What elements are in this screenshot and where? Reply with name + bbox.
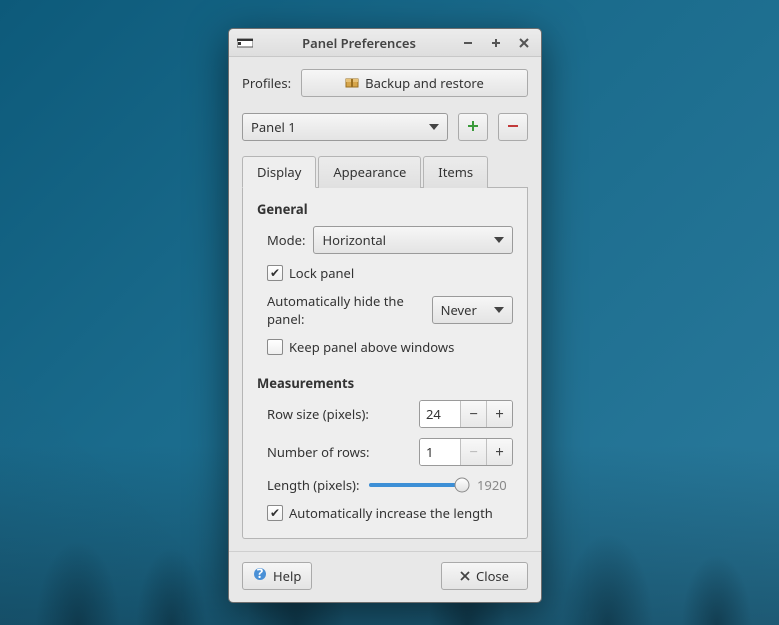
length-value: 1920 xyxy=(477,476,513,494)
panel-select[interactable]: Panel 1 xyxy=(242,113,448,141)
chevron-down-icon xyxy=(494,237,504,243)
autohide-select[interactable]: Never xyxy=(432,296,513,324)
numrows-input[interactable] xyxy=(420,439,460,465)
rowsize-label: Row size (pixels): xyxy=(267,405,369,423)
autohide-label: Automatically hide the panel: xyxy=(267,292,424,328)
chevron-down-icon xyxy=(429,124,439,130)
add-panel-button[interactable] xyxy=(458,113,488,141)
checkbox-icon xyxy=(267,339,283,355)
svg-text:?: ? xyxy=(257,567,263,581)
minus-icon xyxy=(507,118,519,136)
length-label: Length (pixels): xyxy=(267,476,359,494)
rowsize-input[interactable] xyxy=(420,401,460,427)
window-title: Panel Preferences xyxy=(261,34,457,52)
titlebar[interactable]: Panel Preferences xyxy=(229,29,541,57)
mode-label: Mode: xyxy=(267,231,305,249)
auto-length-label: Automatically increase the length xyxy=(289,504,493,522)
autohide-value: Never xyxy=(441,301,477,319)
close-icon xyxy=(460,567,470,585)
help-label: Help xyxy=(273,567,301,585)
close-button[interactable]: Close xyxy=(441,562,528,590)
chevron-down-icon xyxy=(494,307,504,313)
window-minimize-button[interactable] xyxy=(457,32,479,54)
backup-restore-button[interactable]: Backup and restore xyxy=(301,69,528,97)
auto-length-check[interactable]: Automatically increase the length xyxy=(267,504,513,522)
section-measurements-title: Measurements xyxy=(257,374,513,392)
window-maximize-button[interactable] xyxy=(485,32,507,54)
remove-panel-button[interactable] xyxy=(498,113,528,141)
mode-select[interactable]: Horizontal xyxy=(313,226,513,254)
help-icon: ? xyxy=(253,567,267,585)
numrows-increment[interactable]: + xyxy=(486,439,512,465)
window-close-button[interactable] xyxy=(513,32,535,54)
keep-above-label: Keep panel above windows xyxy=(289,338,454,356)
panel-select-value: Panel 1 xyxy=(251,118,296,136)
rowsize-decrement[interactable]: − xyxy=(460,401,486,427)
numrows-label: Number of rows: xyxy=(267,443,370,461)
tab-appearance[interactable]: Appearance xyxy=(318,156,421,188)
plus-icon xyxy=(467,118,479,136)
length-slider[interactable] xyxy=(369,476,467,494)
tab-display[interactable]: Display xyxy=(242,156,316,188)
numrows-spin: − + xyxy=(419,438,513,466)
checkbox-icon xyxy=(267,505,283,521)
profiles-label: Profiles: xyxy=(242,74,291,92)
tab-items[interactable]: Items xyxy=(423,156,488,188)
lock-panel-label: Lock panel xyxy=(289,264,354,282)
keep-above-check[interactable]: Keep panel above windows xyxy=(267,338,513,356)
backup-restore-label: Backup and restore xyxy=(365,74,484,92)
rowsize-spin: − + xyxy=(419,400,513,428)
numrows-decrement: − xyxy=(460,439,486,465)
rowsize-increment[interactable]: + xyxy=(486,401,512,427)
checkbox-icon xyxy=(267,265,283,281)
mode-value: Horizontal xyxy=(322,231,386,249)
close-label: Close xyxy=(476,567,509,585)
panel-preferences-window: Panel Preferences Profiles: Backup and r… xyxy=(228,28,542,603)
package-icon xyxy=(345,74,359,92)
tabs: Display Appearance Items xyxy=(242,155,528,188)
section-general-title: General xyxy=(257,200,513,218)
tab-display-body: General Mode: Horizontal Lock panel Auto… xyxy=(242,188,528,539)
lock-panel-check[interactable]: Lock panel xyxy=(267,264,513,282)
window-app-icon xyxy=(235,33,255,53)
help-button[interactable]: ? Help xyxy=(242,562,312,590)
